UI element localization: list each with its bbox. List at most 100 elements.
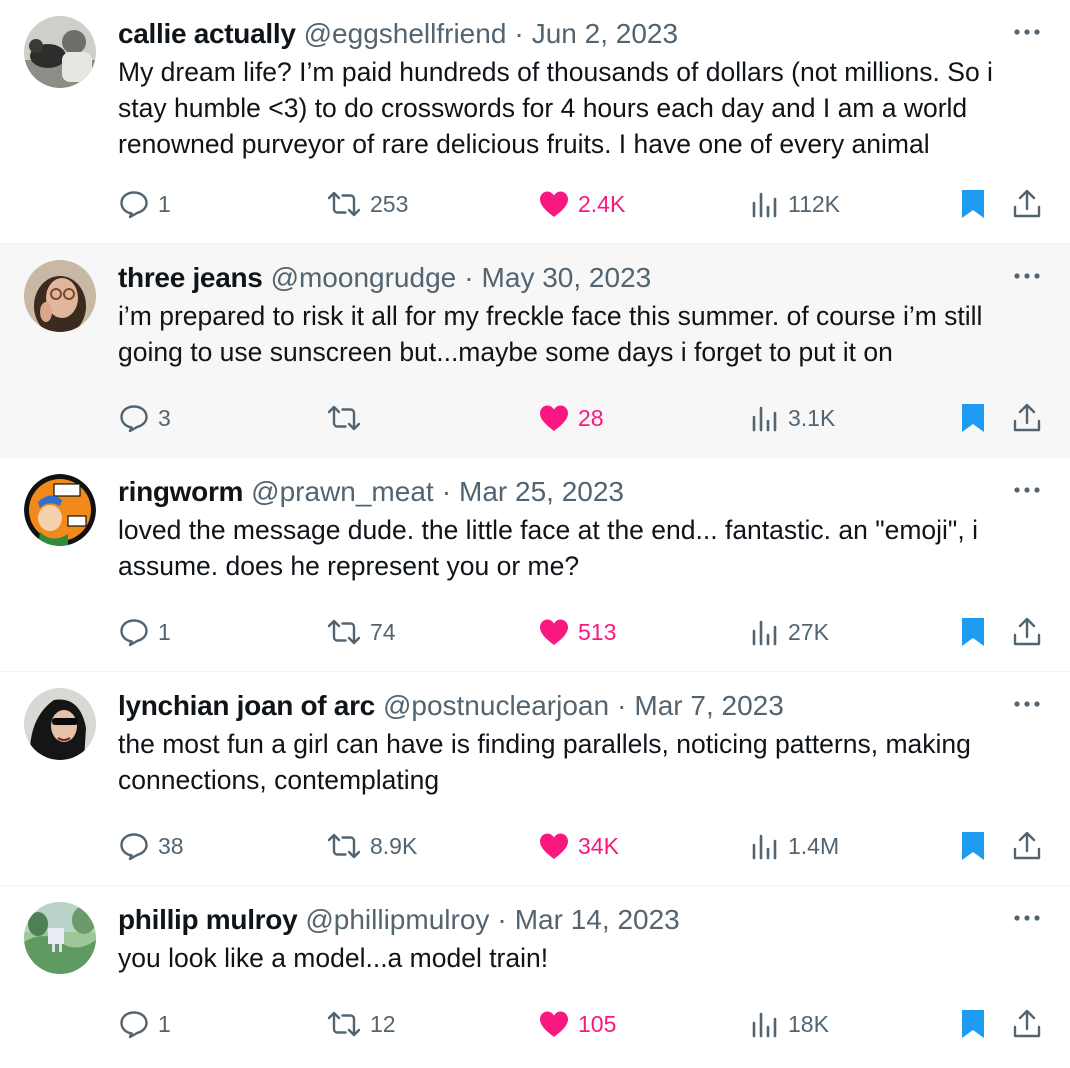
views-icon	[752, 620, 777, 646]
more-button[interactable]	[1012, 20, 1042, 44]
separator-dot: ·	[497, 904, 507, 935]
author-name[interactable]: callie actually	[118, 14, 296, 54]
retweet-button[interactable]: 8.9K	[326, 826, 417, 866]
avatar[interactable]	[24, 260, 96, 332]
tweet-date[interactable]: Jun 2, 2023	[532, 14, 678, 54]
retweet-icon	[327, 833, 361, 859]
view-count: 1.4M	[788, 832, 840, 859]
like-button[interactable]: 34K	[538, 826, 619, 866]
avatar[interactable]	[24, 902, 96, 974]
reply-button[interactable]: 3	[118, 398, 171, 438]
reply-count: 1	[158, 618, 171, 645]
like-count: 2.4K	[578, 190, 626, 217]
reply-count: 1	[158, 190, 171, 217]
tweet-text: i’m prepared to risk it all for my freck…	[118, 301, 983, 367]
share-button[interactable]	[1012, 398, 1050, 438]
share-icon	[1013, 831, 1041, 860]
tweet-header: phillip mulroy @phillipmulroy · Mar 14, …	[118, 900, 1010, 940]
like-button[interactable]: 105	[538, 1004, 616, 1044]
author-handle[interactable]: @prawn_meat	[251, 472, 434, 512]
author-name[interactable]: ringworm	[118, 472, 243, 512]
more-icon	[1014, 915, 1040, 921]
share-icon	[1013, 189, 1041, 218]
avatar[interactable]	[24, 16, 96, 88]
view-count: 3.1K	[788, 404, 836, 431]
tweet-text: loved the message dude. the little face …	[118, 515, 978, 581]
tweet[interactable]: three jeans @moongrudge · May 30, 2023 i…	[0, 244, 1070, 458]
heart-icon	[540, 1011, 568, 1037]
action-bar: 1 74 513 27K	[0, 612, 1070, 652]
retweet-icon	[327, 191, 361, 217]
tweet-date[interactable]: Mar 25, 2023	[459, 472, 624, 512]
share-button[interactable]	[1012, 184, 1050, 224]
retweet-icon	[327, 1011, 361, 1037]
reply-count: 1	[158, 1010, 171, 1037]
share-icon	[1013, 617, 1041, 646]
author-name[interactable]: lynchian joan of arc	[118, 686, 375, 726]
avatar[interactable]	[24, 688, 96, 760]
share-button[interactable]	[1012, 612, 1050, 652]
bookmark-button[interactable]	[960, 612, 994, 652]
more-button[interactable]	[1012, 692, 1042, 716]
like-count: 513	[578, 618, 617, 645]
views-button[interactable]: 112K	[750, 184, 840, 224]
tweet[interactable]: callie actually @eggshellfriend · Jun 2,…	[0, 0, 1070, 244]
view-count: 18K	[788, 1010, 829, 1037]
tweet-text: you look like a model...a model train!	[118, 943, 549, 973]
author-handle[interactable]: @postnuclearjoan	[383, 686, 609, 726]
author-name[interactable]: three jeans	[118, 258, 263, 298]
tweet-date[interactable]: Mar 14, 2023	[515, 900, 680, 940]
views-button[interactable]: 1.4M	[750, 826, 839, 866]
bookmark-button[interactable]	[960, 826, 994, 866]
retweet-button[interactable]: 12	[326, 1004, 396, 1044]
tweet[interactable]: ringworm @prawn_meat · Mar 25, 2023 love…	[0, 458, 1070, 672]
more-button[interactable]	[1012, 906, 1042, 930]
reply-button[interactable]: 1	[118, 184, 171, 224]
retweet-button[interactable]: 253	[326, 184, 408, 224]
retweet-button[interactable]: 74	[326, 612, 396, 652]
tweet[interactable]: lynchian joan of arc @postnuclearjoan · …	[0, 672, 1070, 886]
author-handle[interactable]: @phillipmulroy	[305, 900, 489, 940]
more-button[interactable]	[1012, 478, 1042, 502]
reply-button[interactable]: 1	[118, 612, 171, 652]
like-count: 105	[578, 1010, 617, 1037]
tweet-header: lynchian joan of arc @postnuclearjoan · …	[118, 686, 1010, 726]
more-icon	[1014, 487, 1040, 493]
retweet-icon	[327, 619, 361, 645]
view-count: 112K	[788, 190, 841, 217]
heart-icon	[540, 191, 568, 217]
author-handle[interactable]: @moongrudge	[271, 258, 457, 298]
views-button[interactable]: 3.1K	[750, 398, 835, 438]
retweet-count: 74	[370, 618, 396, 645]
views-button[interactable]: 27K	[750, 612, 829, 652]
reply-icon	[120, 1011, 148, 1039]
tweet-date[interactable]: Mar 7, 2023	[634, 686, 783, 726]
views-icon	[752, 406, 777, 432]
reply-button[interactable]: 38	[118, 826, 184, 866]
like-button[interactable]: 2.4K	[538, 184, 625, 224]
avatar[interactable]	[24, 474, 96, 546]
author-handle[interactable]: @eggshellfriend	[304, 14, 507, 54]
bookmark-button[interactable]	[960, 398, 994, 438]
author-name[interactable]: phillip mulroy	[118, 900, 298, 940]
bookmark-button[interactable]	[960, 184, 994, 224]
bookmark-icon	[962, 832, 984, 860]
action-bar: 1 12 105 18K	[0, 1004, 1070, 1044]
views-icon	[752, 834, 777, 860]
views-icon	[752, 1012, 777, 1038]
retweet-count: 253	[370, 190, 409, 217]
tweet[interactable]: phillip mulroy @phillipmulroy · Mar 14, …	[0, 886, 1070, 1068]
heart-icon	[540, 405, 568, 431]
more-button[interactable]	[1012, 264, 1042, 288]
bookmark-button[interactable]	[960, 1004, 994, 1044]
retweet-button[interactable]	[326, 398, 370, 438]
like-button[interactable]: 28	[538, 398, 604, 438]
heart-icon	[540, 619, 568, 645]
like-button[interactable]: 513	[538, 612, 616, 652]
separator-dot: ·	[441, 476, 452, 507]
share-button[interactable]	[1012, 826, 1050, 866]
share-button[interactable]	[1012, 1004, 1050, 1044]
tweet-date[interactable]: May 30, 2023	[482, 258, 652, 298]
views-button[interactable]: 18K	[750, 1004, 829, 1044]
reply-button[interactable]: 1	[118, 1004, 171, 1044]
